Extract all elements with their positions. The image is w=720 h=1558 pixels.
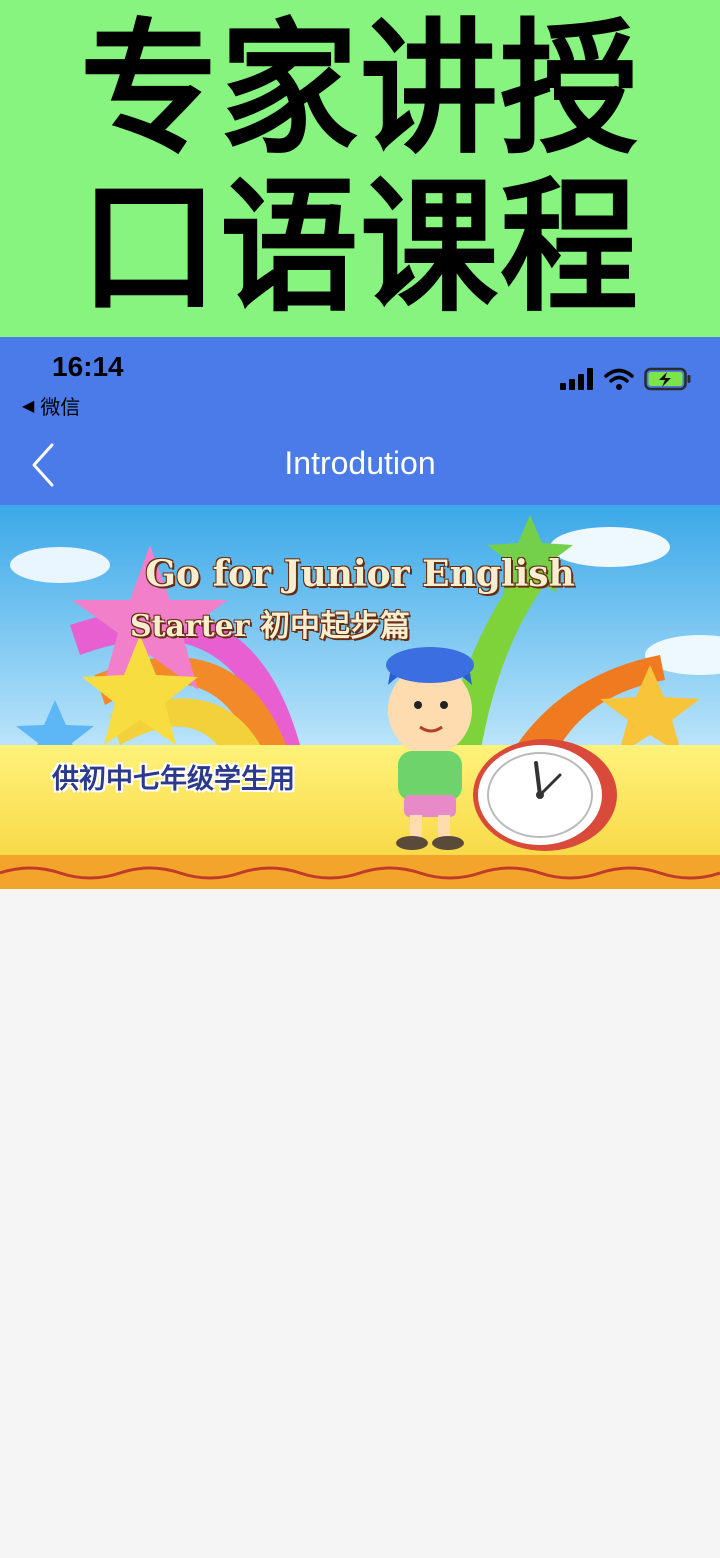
course-title: Go for Junior English — [145, 553, 575, 595]
wifi-icon — [604, 368, 634, 390]
cellular-signal-icon — [560, 368, 593, 390]
back-app-label: 微信 — [40, 395, 81, 419]
status-bar: 16:14 ◀ 微信 — [0, 337, 720, 425]
nav-bar: Introdution — [0, 425, 720, 505]
back-to-app-link[interactable]: ◀ 微信 — [22, 391, 80, 420]
promo-line-2: 口语课程 — [79, 162, 640, 332]
status-icons — [560, 367, 692, 391]
course-title-subline: Starter 初中起步篇 — [130, 609, 410, 644]
battery-charging-icon — [644, 367, 691, 391]
promo-line-1: 专家讲授 — [79, 4, 640, 174]
back-triangle-icon: ◀ — [22, 396, 35, 415]
status-time: 16:14 — [52, 351, 124, 382]
course-audience: 供初中七年级学生用 — [52, 764, 295, 795]
course-cover-image: Go for Junior English Starter 初中起步篇 供初中七… — [0, 505, 720, 889]
promo-banner: 专家讲授 口语课程 — [0, 0, 720, 337]
page-title: Introdution — [284, 445, 436, 481]
content-area — [0, 889, 720, 1558]
